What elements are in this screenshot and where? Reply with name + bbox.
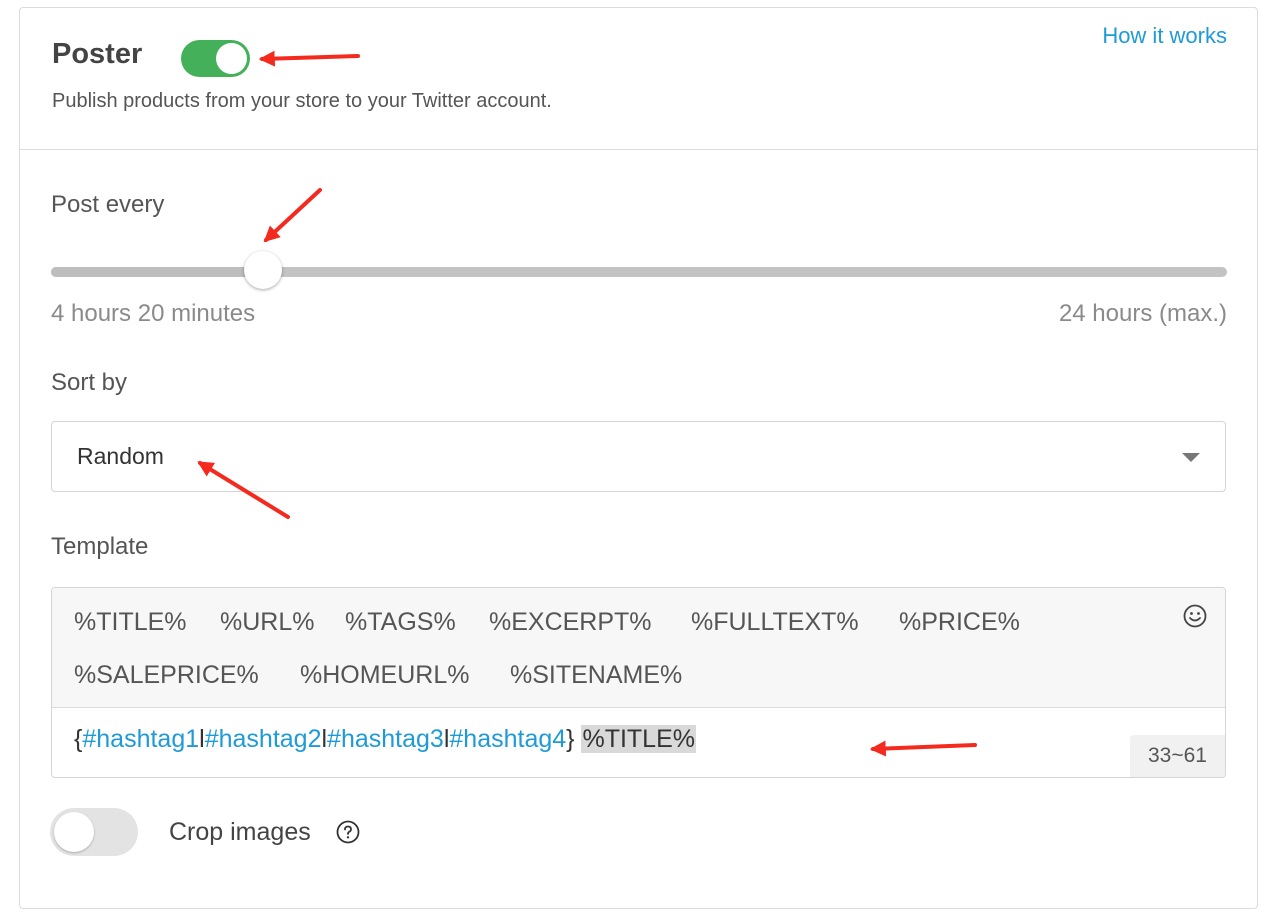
crop-images-label: Crop images [169, 818, 311, 846]
post-every-slider-handle[interactable] [243, 251, 282, 289]
post-every-slider-track[interactable] [51, 267, 1227, 277]
character-counter: 33~61 [1130, 735, 1225, 777]
crop-images-toggle-knob [54, 812, 94, 852]
variable-saleprice[interactable]: %SALEPRICE% [74, 661, 259, 690]
template-variables: %TITLE% %URL% %TAGS% %EXCERPT% %FULLTEXT… [52, 588, 1225, 708]
page-title: Poster [52, 38, 143, 70]
variable-excerpt[interactable]: %EXCERPT% [489, 608, 652, 637]
template-input[interactable]: {#hashtag1l#hashtag2l#hashtag3l#hashtag4… [74, 725, 696, 754]
poster-toggle-knob [216, 43, 247, 74]
variable-title[interactable]: %TITLE% [74, 608, 187, 637]
poster-card: Poster How it works Publish products fro… [19, 7, 1258, 909]
chevron-down-icon [1182, 453, 1200, 462]
hashtag-4: #hashtag4 [449, 725, 567, 753]
hashtag-1: #hashtag1 [82, 725, 200, 753]
sort-by-select[interactable]: Random [51, 421, 1226, 492]
variable-price[interactable]: %PRICE% [899, 608, 1020, 637]
hashtag-2: #hashtag2 [204, 725, 322, 753]
template-brace-close: } [566, 725, 582, 753]
template-title-highlight: %TITLE% [581, 725, 696, 753]
post-every-slider-fill [51, 267, 263, 277]
variable-url[interactable]: %URL% [220, 608, 314, 637]
sort-by-value: Random [77, 443, 164, 469]
card-header: Poster How it works Publish products fro… [20, 8, 1257, 150]
variable-fulltext[interactable]: %FULLTEXT% [691, 608, 859, 637]
how-it-works-link[interactable]: How it works [1102, 23, 1227, 49]
post-every-label: Post every [51, 191, 165, 218]
template-label: Template [51, 533, 149, 560]
smiley-icon[interactable] [1183, 604, 1207, 628]
template-editor: %TITLE% %URL% %TAGS% %EXCERPT% %FULLTEXT… [51, 587, 1226, 778]
variable-sitename[interactable]: %SITENAME% [510, 661, 682, 690]
slider-min-label: 4 hours 20 minutes [51, 300, 256, 327]
slider-max-label: 24 hours (max.) [1058, 300, 1227, 327]
hashtag-3: #hashtag3 [327, 725, 444, 753]
sort-by-label: Sort by [51, 369, 128, 396]
crop-images-toggle[interactable] [50, 808, 138, 856]
poster-description: Publish products from your store to your… [52, 90, 552, 112]
variable-homeurl[interactable]: %HOMEURL% [300, 661, 469, 690]
question-circle-icon[interactable] [336, 820, 360, 844]
poster-toggle[interactable] [181, 40, 250, 77]
variable-tags[interactable]: %TAGS% [345, 608, 456, 637]
